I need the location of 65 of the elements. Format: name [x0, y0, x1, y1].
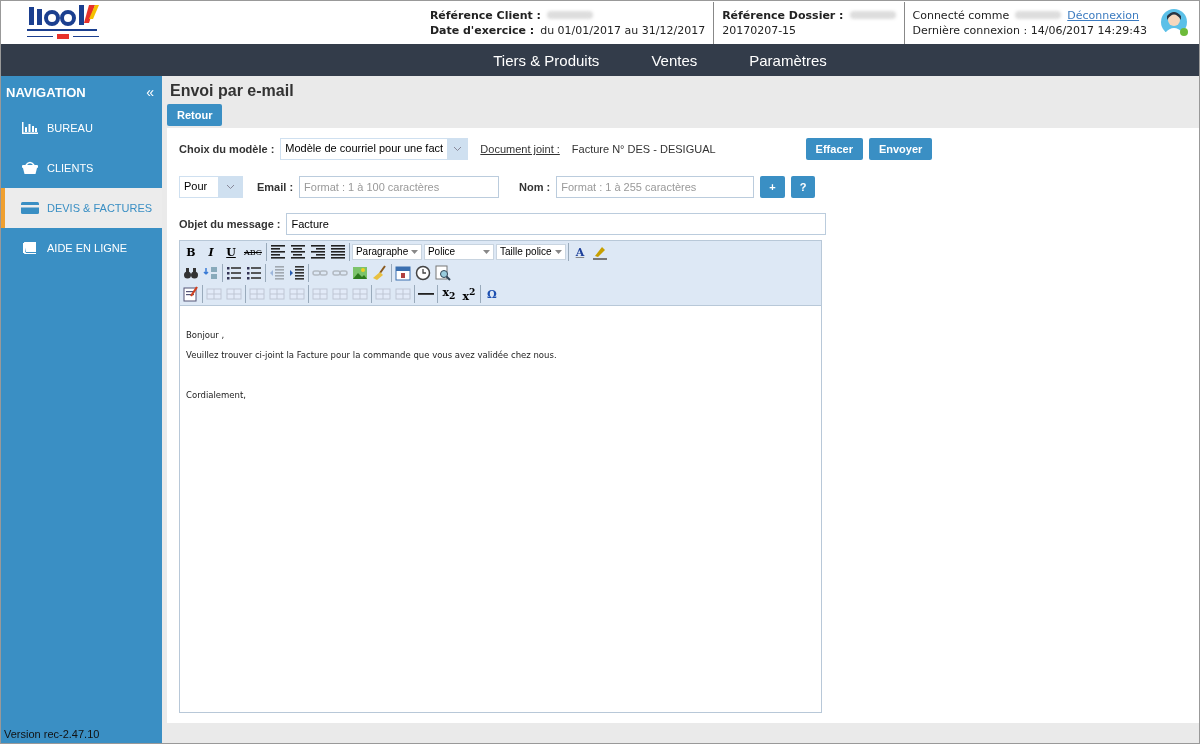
version-text: Version rec-2.47.10: [3, 728, 101, 742]
indent-icon[interactable]: [288, 264, 306, 282]
sidebar-title: NAVIGATION: [6, 84, 86, 100]
sidebar-item[interactable]: AIDE EN LIGNE: [1, 228, 162, 268]
clock-icon[interactable]: [414, 264, 432, 282]
collapse-button[interactable]: «: [142, 84, 158, 100]
basket-icon: [21, 161, 39, 175]
clear-button[interactable]: Effacer: [805, 138, 863, 160]
bullet-list-icon[interactable]: [225, 264, 243, 282]
menu-item[interactable]: Paramètres: [749, 51, 827, 69]
help-button[interactable]: ?: [790, 175, 816, 198]
menu-item[interactable]: Tiers & Produits: [493, 51, 600, 69]
dossier-reference-value: 20170207-15: [722, 23, 797, 37]
chevron-down-icon: [452, 146, 462, 152]
attached-document-name: Facture N° DES - DESIGUAL: [571, 143, 716, 155]
dossier-reference-label: Référence Dossier :: [722, 8, 844, 22]
blurred-value: [547, 11, 593, 19]
align-right-icon[interactable]: [308, 243, 327, 261]
align-left-icon[interactable]: [268, 243, 287, 261]
page-title: Envoi par e-mail: [170, 82, 295, 100]
image-icon[interactable]: [351, 264, 369, 282]
message-line: Cordialement,: [186, 390, 247, 400]
menu-item[interactable]: Ventes: [651, 51, 698, 69]
blurred-value: [849, 11, 896, 19]
card-icon: [21, 201, 39, 215]
align-center-icon[interactable]: [288, 243, 307, 261]
template-select[interactable]: Modèle de courriel pour une fact: [280, 138, 469, 160]
numbered-list-icon[interactable]: [245, 264, 263, 282]
attached-document-link[interactable]: Document joint :: [480, 143, 560, 155]
dropdown-arrow-icon: [554, 249, 562, 255]
send-button[interactable]: Envoyer: [868, 138, 933, 160]
connected-as-label: Connecté comme: [912, 8, 1010, 22]
exercise-date-value: du 01/01/2017 au 31/12/2017: [540, 23, 706, 37]
book-icon: [21, 241, 39, 255]
add-button[interactable]: +: [760, 175, 785, 198]
align-justify-icon[interactable]: [328, 243, 347, 261]
recipient-type-select[interactable]: Pour: [179, 175, 243, 198]
edit-icon[interactable]: [182, 285, 200, 303]
message-line: Bonjour ,: [186, 330, 226, 340]
client-reference-label: Référence Client :: [429, 8, 541, 22]
preview-icon[interactable]: [434, 264, 452, 282]
back-button[interactable]: Retour: [167, 104, 223, 126]
last-login-text: Dernière connexion : 14/06/2017 14:29:43: [912, 23, 1147, 37]
email-field[interactable]: Format : 1 à 100 caractères: [299, 175, 500, 198]
calendar-icon[interactable]: [394, 264, 412, 282]
subject-field[interactable]: Facture: [286, 213, 827, 235]
name-field[interactable]: Format : 1 à 255 caractères: [556, 175, 755, 198]
chart-icon: [21, 121, 39, 135]
blurred-value: [1015, 11, 1062, 19]
template-label: Choix du modèle :: [179, 143, 275, 155]
subject-label: Objet du message :: [179, 218, 281, 230]
user-avatar-icon[interactable]: [1161, 8, 1189, 37]
broom-icon[interactable]: [371, 264, 389, 282]
exercise-date-label: Date d'exercice :: [429, 23, 535, 37]
logout-link[interactable]: Déconnexion: [1067, 8, 1140, 22]
toolbar-button[interactable]: x$^{2}$: [460, 285, 478, 303]
sidebar-item[interactable]: CLIENTS: [1, 148, 162, 188]
toolbar-dropdown[interactable]: Police: [423, 244, 494, 260]
message-line: Veuillez trouver ci-joint la Facture pour la commande que vous avez validée chez nous.: [186, 350, 558, 360]
toolbar-dropdown[interactable]: Taille police: [495, 244, 566, 260]
chevron-down-icon: [225, 183, 235, 190]
toolbar-dropdown[interactable]: Paragraphe: [351, 244, 422, 260]
sidebar-item[interactable]: BUREAU: [1, 108, 162, 148]
dropdown-arrow-icon: [410, 249, 418, 255]
dropdown-arrow-icon: [482, 249, 490, 255]
